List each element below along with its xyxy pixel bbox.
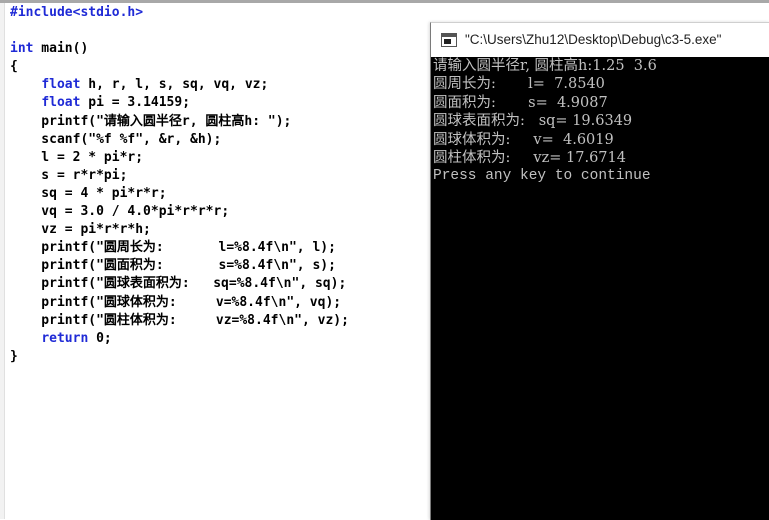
code-line: printf("请输入圆半径r, 圆柱高h: "); — [10, 113, 430, 131]
console-output-line: 圆球表面积为: sq= 19.6349 — [433, 113, 633, 130]
code-text: printf("圆柱体积为: vz=%8.4f\n", vz); — [10, 312, 349, 328]
code-text: h, r, l, s, sq, vq, vz; — [80, 77, 269, 93]
code-line: vz = pi*r*r*h; — [10, 221, 430, 239]
code-text: } — [10, 348, 18, 364]
code-text: printf("圆面积为: s=%8.4f\n", s); — [10, 258, 336, 274]
code-line: int main() — [10, 40, 430, 58]
code-text: printf("请输入圆半径r, 圆柱高h: "); — [10, 113, 292, 129]
console-output-line: 请输入圆半径r, 圆柱高h:1.25 3.6 — [433, 58, 657, 74]
console-output-line: 圆柱体积为: vz= 17.6714 — [433, 150, 626, 167]
code-text: 0; — [88, 330, 112, 346]
code-keyword: int — [10, 41, 34, 57]
source-code[interactable]: #include<stdio.h> int main(){ float h, r,… — [10, 4, 430, 366]
code-text: scanf("%f %f", &r, &h); — [10, 131, 222, 147]
window-top-border — [0, 0, 769, 3]
code-text: vz = pi*r*r*h; — [10, 222, 151, 238]
code-line: l = 2 * pi*r; — [10, 149, 430, 167]
console-output-line: 圆面积为: s= 4.9087 — [433, 94, 608, 111]
console-output-line: 圆周长为: l= 7.8540 — [433, 76, 605, 93]
code-line: printf("圆球表面积为: sq=%8.4f\n", sq); — [10, 275, 430, 293]
cmd-icon — [441, 32, 457, 47]
code-text: printf("圆周长为: l=%8.4f\n", l); — [10, 240, 336, 256]
code-text: s = r*r*pi; — [10, 167, 128, 183]
code-keyword: return — [41, 330, 89, 346]
code-line: printf("圆面积为: s=%8.4f\n", s); — [10, 257, 430, 275]
code-text: printf("圆球体积为: v=%8.4f\n", vq); — [10, 294, 342, 310]
code-line: float h, r, l, s, sq, vq, vz; — [10, 76, 430, 94]
code-line: } — [10, 348, 430, 366]
code-line: printf("圆柱体积为: vz=%8.4f\n", vz); — [10, 312, 430, 330]
console-output-line: 圆球体积为: v= 4.6019 — [433, 131, 614, 148]
code-text: pi = 3.14159; — [80, 95, 191, 111]
code-text: { — [10, 59, 18, 75]
code-line: return 0; — [10, 330, 430, 348]
code-text: l = 2 * pi*r; — [10, 149, 144, 165]
console-title: "C:\Users\Zhu12\Desktop\Debug\c3-5.exe" — [465, 32, 722, 47]
console-output[interactable]: 请输入圆半径r, 圆柱高h:1.25 3.6 圆周长为: l= 7.8540 圆面积… — [431, 57, 769, 520]
code-line: { — [10, 58, 430, 76]
code-text: main() — [33, 41, 89, 57]
code-line: scanf("%f %f", &r, &h); — [10, 131, 430, 149]
console-output-line: Press any key to continue — [433, 168, 651, 185]
code-text: vq = 3.0 / 4.0*pi*r*r*r; — [10, 204, 230, 220]
code-line: printf("圆周长为: l=%8.4f\n", l); — [10, 239, 430, 257]
code-text: printf("圆球表面积为: sq=%8.4f\n", sq); — [10, 276, 347, 292]
code-editor[interactable]: #include<stdio.h> int main(){ float h, r,… — [10, 4, 430, 519]
console-window[interactable]: "C:\Users\Zhu12\Desktop\Debug\c3-5.exe" … — [430, 22, 769, 520]
code-line: s = r*r*pi; — [10, 167, 430, 185]
code-line: #include<stdio.h> — [10, 4, 430, 22]
code-keyword: float — [41, 77, 81, 93]
code-text: sq = 4 * pi*r*r; — [10, 185, 167, 201]
code-preprocessor: #include<stdio.h> — [10, 5, 144, 20]
code-keyword: float — [41, 95, 81, 111]
code-line: vq = 3.0 / 4.0*pi*r*r*r; — [10, 203, 430, 221]
editor-gutter — [0, 3, 5, 519]
code-line: float pi = 3.14159; — [10, 94, 430, 112]
code-line: printf("圆球体积为: v=%8.4f\n", vq); — [10, 294, 430, 312]
code-line: sq = 4 * pi*r*r; — [10, 185, 430, 203]
console-title-bar[interactable]: "C:\Users\Zhu12\Desktop\Debug\c3-5.exe" — [431, 23, 769, 56]
